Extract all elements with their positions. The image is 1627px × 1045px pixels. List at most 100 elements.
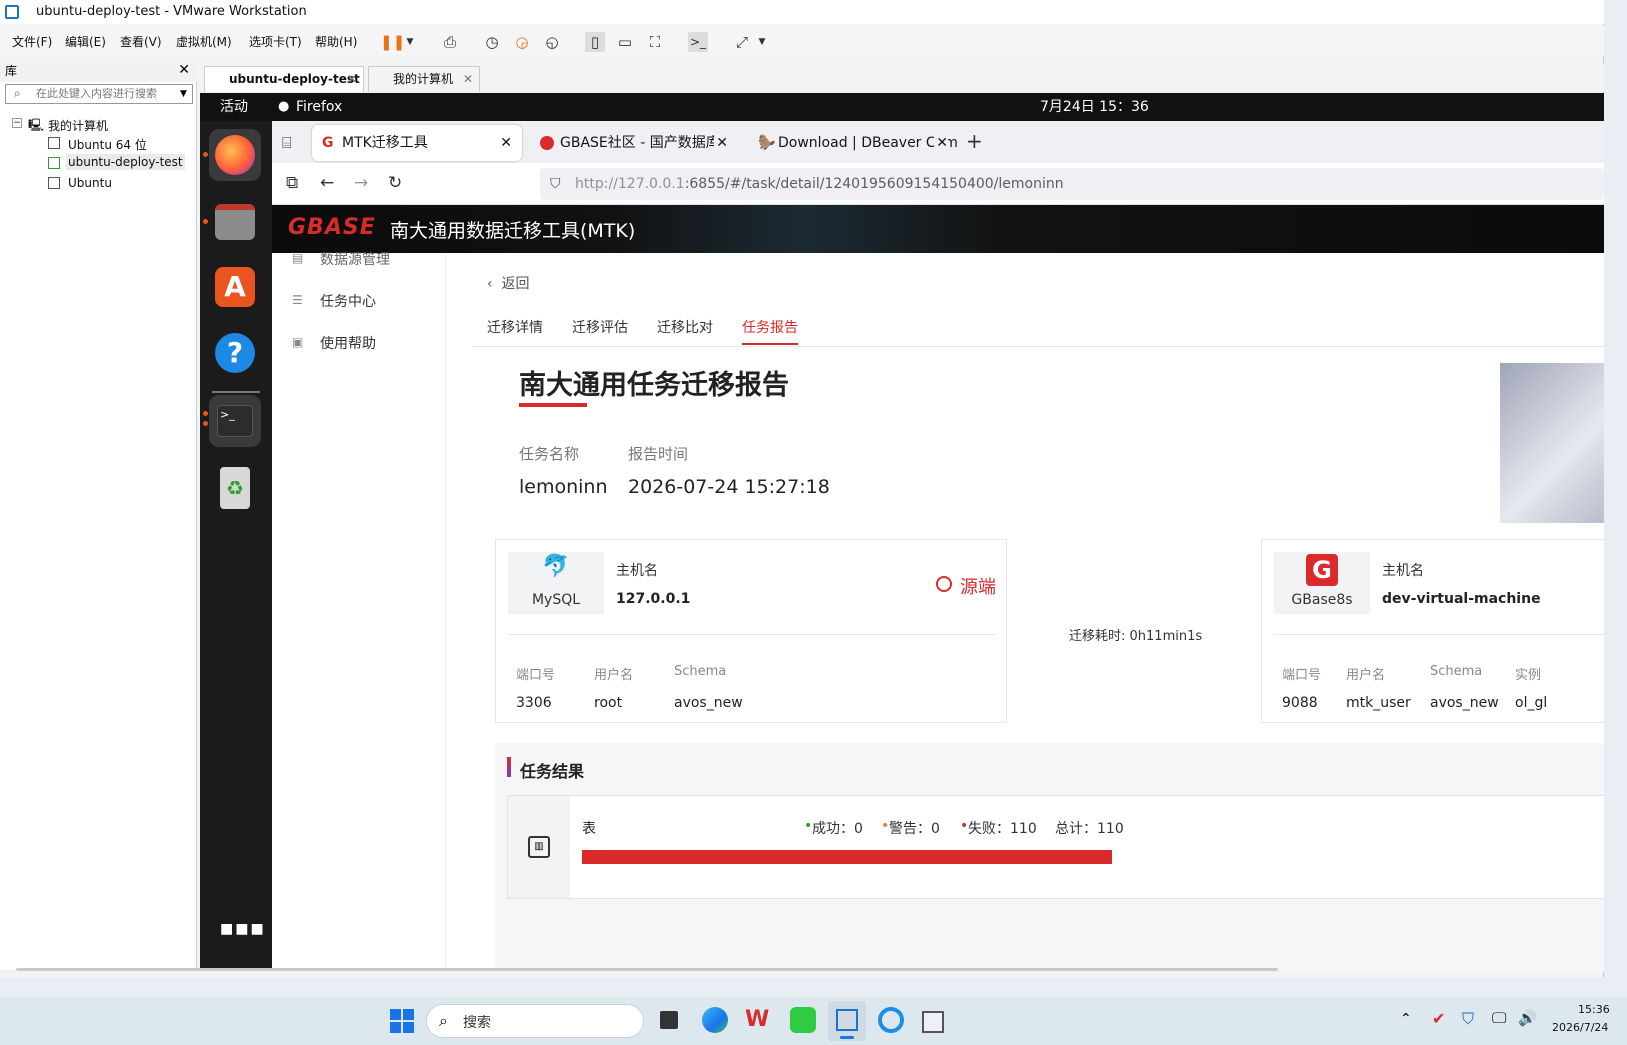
collapse-icon[interactable]: − — [12, 118, 22, 128]
vmware-icon — [836, 1009, 858, 1031]
help-dock-item[interactable]: ? — [209, 327, 261, 379]
tree-item-ubuntu-deploy-test[interactable]: ubuntu-deploy-test — [66, 154, 185, 170]
url-input[interactable]: ⛉ http://127.0.0.1:6855/#/task/detail/12… — [540, 168, 1604, 200]
close-icon[interactable]: ✕ — [934, 125, 948, 161]
tab-task-report[interactable]: 任务报告 — [742, 317, 798, 345]
target-user-label: 用户名 — [1346, 668, 1386, 683]
firefox-icon: ● — [278, 99, 290, 114]
close-icon[interactable]: ✕ — [714, 125, 728, 161]
activities-button[interactable]: 活动 — [220, 93, 248, 121]
shield-icon[interactable]: ⛉ — [550, 168, 561, 200]
tab-overview-icon[interactable]: ⌸ — [282, 133, 292, 153]
chevron-down-icon[interactable]: ▼ — [752, 32, 772, 52]
new-tab-icon[interactable]: + — [966, 129, 983, 153]
chevron-up-icon[interactable]: ⌃ — [1400, 1011, 1412, 1027]
shield-icon[interactable]: ⛉ — [1462, 1009, 1474, 1029]
revert-snapshot-icon[interactable]: ◶ — [512, 32, 532, 52]
wechat-icon[interactable] — [790, 1007, 816, 1033]
terminal-dock-item[interactable]: >_ — [209, 395, 261, 447]
wps-icon[interactable]: W — [745, 1007, 769, 1032]
app-title: 南大通用数据迁移工具(MTK) — [390, 220, 636, 242]
vm-tab-ubuntu-deploy-test[interactable]: ubuntu-deploy-test ✕ — [204, 66, 364, 92]
firefox-dock-item[interactable] — [209, 129, 261, 181]
console-icon[interactable]: >_ — [688, 32, 708, 52]
target-host-value: dev-virtual-machine — [1382, 591, 1541, 607]
app-menu[interactable]: Firefox — [296, 93, 342, 121]
fullscreen-icon[interactable]: ⛶ — [645, 32, 665, 52]
show-apps-icon[interactable]: ■■■ — [220, 921, 266, 937]
side-item-datasource[interactable]: 数据源管理 — [320, 249, 390, 269]
sidebar-toggle-icon[interactable]: ▯ — [585, 32, 605, 52]
trash-dock-item[interactable]: ♻ — [209, 461, 261, 513]
tab-title: GBASE社区 - 国产数据库扌 — [560, 135, 734, 151]
close-icon[interactable]: ✕ — [500, 125, 512, 161]
target-schema-value: avos_new — [1430, 695, 1499, 711]
menu-vm[interactable]: 虚拟机(M) — [176, 33, 232, 50]
tabs-divider — [472, 346, 1604, 347]
library-search-input[interactable]: 在此处键入内容进行搜索 — [5, 84, 193, 104]
side-item-help[interactable]: 使用帮助 — [320, 333, 376, 353]
result-object: 表 — [582, 821, 596, 837]
edge-icon[interactable] — [702, 1007, 728, 1033]
menu-view[interactable]: 查看(V) — [120, 33, 162, 50]
thumbnail-icon[interactable]: ▭ — [615, 32, 635, 52]
send-keys-icon[interactable]: ⎙ — [440, 32, 460, 52]
browser-icon[interactable] — [878, 1007, 904, 1033]
card-divider — [508, 634, 996, 635]
firefox-icon — [215, 135, 255, 175]
menu-bar: 文件(F) 编辑(E) 查看(V) 虚拟机(M) 选项卡(T) 帮助(H) ❚❚… — [0, 26, 1604, 56]
pause-icon[interactable]: ❚❚ — [380, 32, 405, 52]
tab-migration-assess[interactable]: 迁移评估 — [572, 317, 628, 337]
task-view-icon[interactable] — [660, 1011, 678, 1029]
library-panel: 库 ✕ 在此处键入内容进行搜索 ⌕ ▼ − 🖳 我的计算机 Ubuntu 64 … — [0, 60, 197, 970]
source-card: 🐬 MySQL 主机名 127.0.0.1 源端 端口号 用户名 Schema … — [495, 539, 1007, 723]
vm-tab-label: 我的计算机 — [393, 72, 454, 86]
close-icon[interactable]: ✕ — [463, 67, 473, 91]
clock[interactable]: 7月24日 15：36 — [1040, 93, 1149, 121]
tab-migration-compare[interactable]: 迁移比对 — [657, 317, 713, 337]
network-icon[interactable]: 🖵 — [1492, 1009, 1506, 1027]
taskbar-search-input[interactable]: ⌕ 搜索 — [426, 1004, 644, 1038]
snapshot-manager-icon[interactable]: ◵ — [542, 32, 562, 52]
volume-icon[interactable]: 🔊 — [1518, 1009, 1537, 1027]
tray-app-icon[interactable]: ✔ — [1432, 1009, 1445, 1028]
title-bar: ubuntu-deploy-test - VMware Workstation — [0, 0, 1604, 24]
chevron-down-icon[interactable]: ▼ — [400, 32, 420, 52]
tab-mtk[interactable]: G MTK迁移工具 ✕ — [312, 125, 522, 161]
close-icon[interactable]: ✕ — [178, 62, 190, 78]
tab-migration-detail[interactable]: 迁移详情 — [487, 317, 543, 337]
menu-file[interactable]: 文件(F) — [12, 33, 52, 50]
close-icon[interactable]: ✕ — [347, 67, 357, 91]
files-dock-item[interactable] — [209, 196, 261, 248]
sidebar-icon[interactable]: ⧉ — [286, 173, 298, 193]
snapshot-icon[interactable]: ◷ — [482, 32, 502, 52]
horizontal-scrollbar[interactable] — [16, 968, 1278, 971]
tree-root[interactable]: 我的计算机 — [48, 117, 108, 134]
tree-item-ubuntu64[interactable]: Ubuntu 64 位 — [68, 136, 147, 153]
task-name-label: 任务名称 — [519, 445, 580, 463]
source-schema-label: Schema — [674, 664, 727, 679]
vm-tab-my-computer[interactable]: 我的计算机 ✕ — [368, 66, 480, 92]
reload-icon[interactable]: ↻ — [388, 173, 402, 193]
app-center-dock-item[interactable]: A — [209, 261, 261, 313]
stretch-icon[interactable]: ⤢ — [732, 32, 752, 52]
menu-tabs[interactable]: 选项卡(T) — [249, 33, 302, 50]
app-icon[interactable] — [922, 1011, 944, 1033]
tab-dbeaver[interactable]: 🦫 Download | DBeaver Com ✕ — [748, 125, 958, 161]
menu-edit[interactable]: 编辑(E) — [65, 33, 106, 50]
taskbar-date[interactable]: 2026/7/24 — [1552, 1021, 1608, 1034]
back-icon[interactable]: ← — [320, 173, 334, 193]
side-item-task-center[interactable]: 任务中心 — [320, 291, 376, 311]
report-time-value: 2026-07-24 15:27:18 — [628, 476, 830, 498]
vmware-taskbar-item[interactable] — [828, 1001, 866, 1041]
menu-help[interactable]: 帮助(H) — [315, 33, 357, 50]
chevron-down-icon[interactable]: ▼ — [180, 89, 187, 99]
guest-screen: 活动 ● Firefox 7月24日 15：36 A ? >_ ♻ ■■■ ⌸ … — [200, 93, 1605, 971]
taskbar-time[interactable]: 15:36 — [1578, 1003, 1610, 1016]
back-link[interactable]: ‹ 返回 — [487, 273, 530, 293]
running-indicator — [203, 411, 208, 416]
windows-start-icon[interactable] — [390, 1009, 414, 1033]
tree-item-ubuntu[interactable]: Ubuntu — [68, 176, 112, 190]
forward-icon[interactable]: → — [354, 173, 368, 193]
tab-gbase-community[interactable]: GBASE社区 - 国产数据库扌 ✕ — [530, 125, 738, 161]
